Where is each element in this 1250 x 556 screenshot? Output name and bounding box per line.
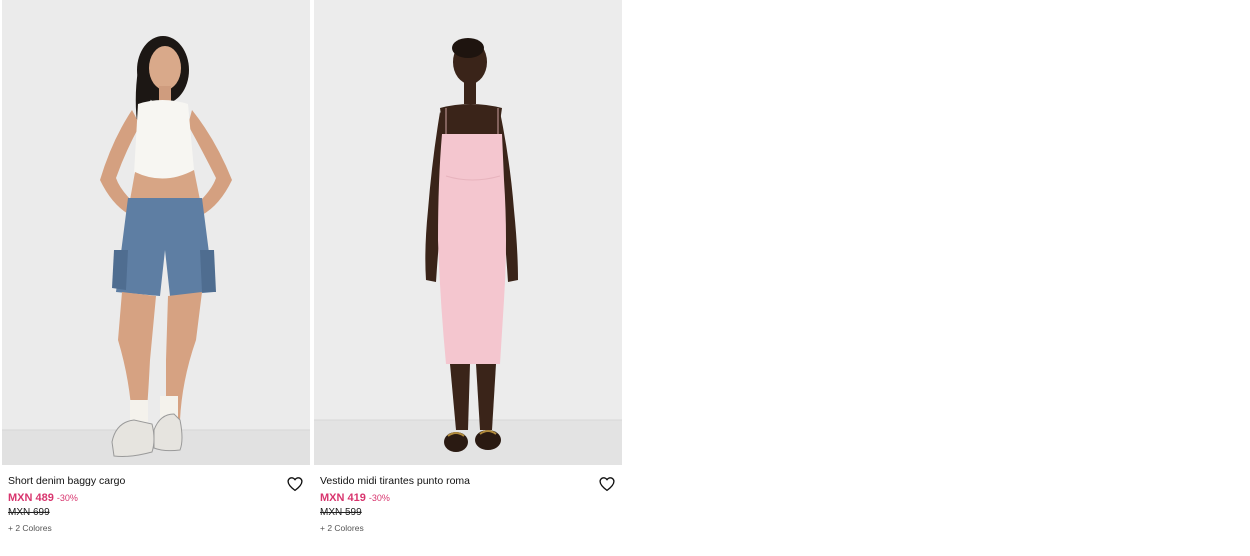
original-price: MXN 699: [8, 507, 50, 518]
product-name[interactable]: Short denim baggy cargo: [8, 475, 304, 488]
heart-outline-icon: [287, 477, 303, 492]
model-photo-pink-dress: [314, 0, 622, 465]
discount-badge: -30%: [368, 493, 390, 503]
original-price: MXN 599: [320, 507, 362, 518]
product-info: Vestido midi tirantes punto roma MXN 419…: [314, 465, 622, 556]
product-image[interactable]: [314, 0, 622, 465]
product-info: Short denim baggy cargo MXN 489 -30% MXN …: [2, 465, 310, 556]
product-card-vestido-midi[interactable]: Vestido midi tirantes punto roma MXN 419…: [314, 0, 622, 556]
product-image[interactable]: [2, 0, 310, 465]
heart-outline-icon: [599, 477, 615, 492]
product-name[interactable]: Vestido midi tirantes punto roma: [320, 475, 616, 488]
discount-badge: -30%: [56, 493, 78, 503]
product-grid: Short denim baggy cargo MXN 489 -30% MXN …: [2, 0, 622, 556]
model-photo-denim-shorts: [2, 0, 310, 465]
favorite-button[interactable]: [286, 475, 304, 493]
price-row: MXN 489 -30%: [8, 490, 304, 505]
sale-price: MXN 419: [320, 492, 366, 504]
color-count[interactable]: + 2 Colores: [8, 522, 304, 534]
sale-price: MXN 489: [8, 492, 54, 504]
price-row: MXN 419 -30%: [320, 490, 616, 505]
favorite-button[interactable]: [598, 475, 616, 493]
product-card-short-denim[interactable]: Short denim baggy cargo MXN 489 -30% MXN …: [2, 0, 310, 556]
color-count[interactable]: + 2 Colores: [320, 522, 616, 534]
